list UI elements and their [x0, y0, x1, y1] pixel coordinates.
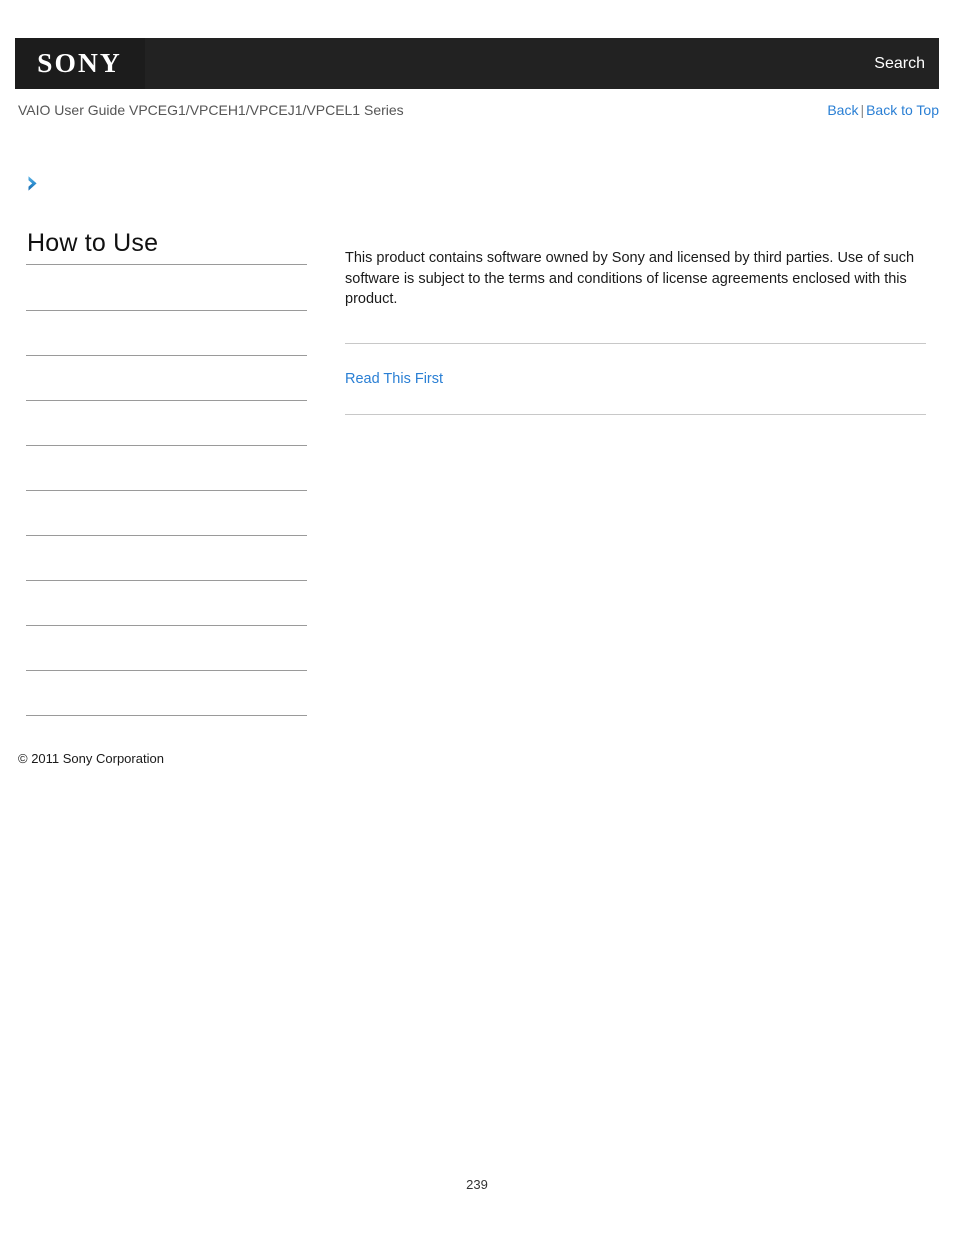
chevron-right-icon[interactable]	[26, 175, 41, 192]
sidebar-item-4[interactable]	[26, 446, 307, 491]
sidebar-item-3[interactable]	[26, 401, 307, 446]
page-title: How to Use	[27, 229, 159, 257]
back-link[interactable]: Back	[827, 102, 858, 118]
copyright-text: © 2011 Sony Corporation	[18, 751, 164, 766]
sidebar-item-0[interactable]	[26, 265, 307, 311]
content-divider-bottom	[345, 413, 926, 415]
breadcrumb	[26, 172, 47, 194]
sidebar-item-2[interactable]	[26, 356, 307, 401]
read-this-first-link[interactable]: Read This First	[345, 369, 443, 389]
sidebar-item-1[interactable]	[26, 311, 307, 356]
main-content: This product contains software owned by …	[345, 248, 926, 415]
site-header-bar: SONY Search	[15, 38, 939, 89]
sony-logo-text: SONY	[37, 48, 123, 78]
related-topic-row: Read This First	[345, 344, 926, 414]
subheader: VAIO User Guide VPCEG1/VPCEH1/VPCEJ1/VPC…	[15, 100, 939, 122]
back-to-top-link[interactable]: Back to Top	[866, 102, 939, 118]
guide-title: VAIO User Guide VPCEG1/VPCEH1/VPCEJ1/VPC…	[18, 102, 404, 118]
sidebar-item-9[interactable]	[26, 671, 307, 716]
sidebar-list	[26, 265, 307, 716]
sidebar: How to Use	[26, 228, 307, 716]
sidebar-item-8[interactable]	[26, 626, 307, 671]
sony-logo[interactable]: SONY	[15, 38, 145, 89]
intro-paragraph: This product contains software owned by …	[345, 250, 915, 307]
page-number: 239	[466, 1177, 488, 1192]
sidebar-item-5[interactable]	[26, 491, 307, 536]
header-nav-links: Back | Back to Top	[827, 100, 939, 120]
search-link[interactable]: Search	[874, 38, 925, 89]
sidebar-item-6[interactable]	[26, 536, 307, 581]
sidebar-item-7[interactable]	[26, 581, 307, 626]
nav-separator: |	[860, 102, 865, 118]
